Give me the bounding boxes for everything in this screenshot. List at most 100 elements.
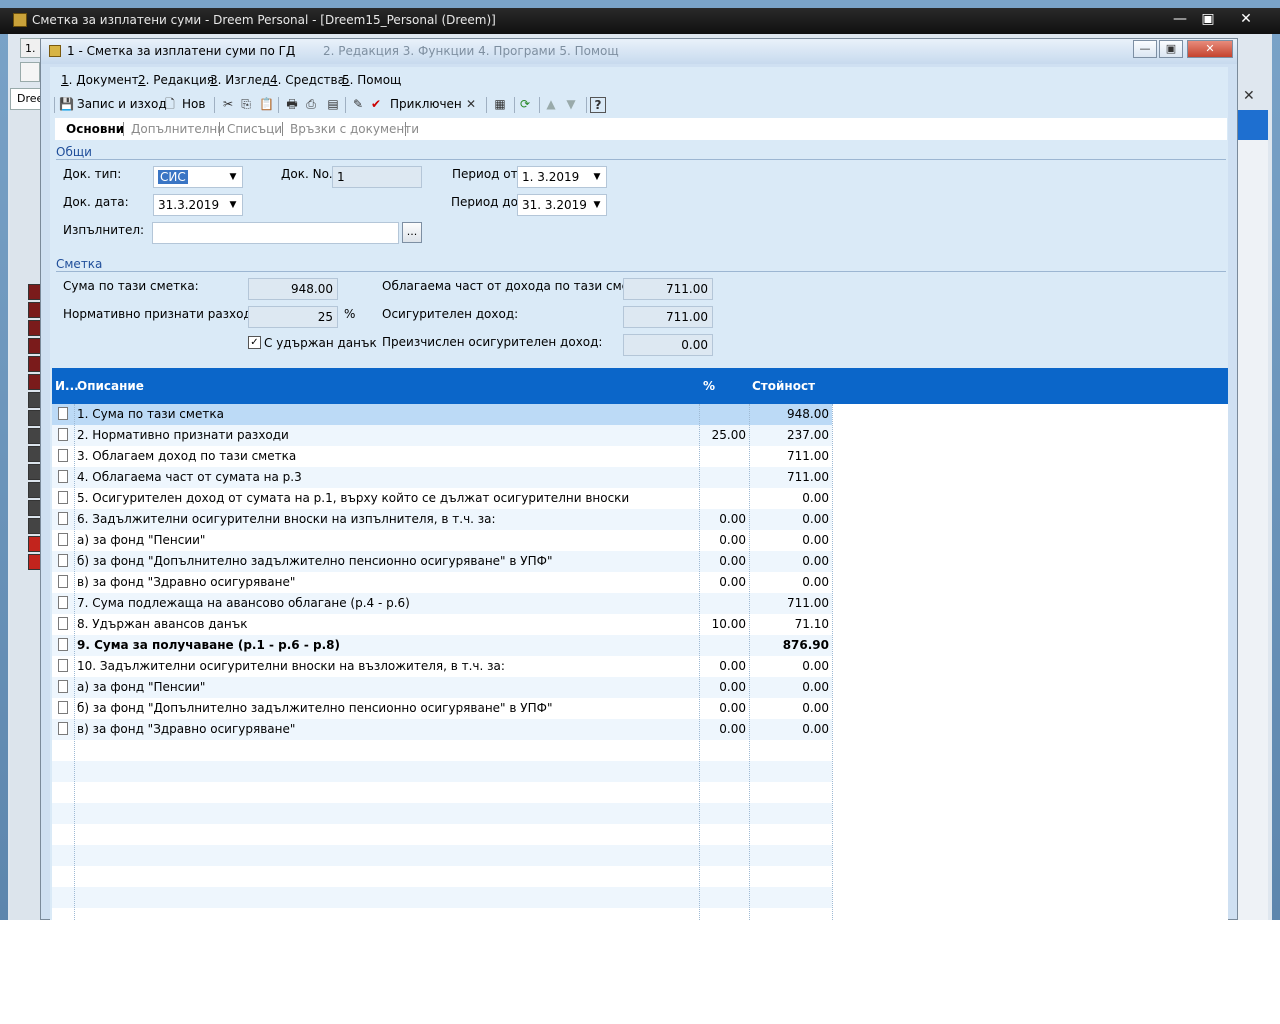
menu-edit[interactable]: 2. Редакция [138,73,214,87]
period-from-value: 1. 3.2019 [522,170,580,184]
tab-additional[interactable]: Допълнителни [131,122,225,136]
recalc-income-field[interactable]: 0.00 [623,334,713,356]
empty-row [52,740,832,761]
table-row[interactable]: 5. Осигурителен доход от сумата на р.1, … [52,488,832,509]
grid-column-divider [832,404,834,920]
column-header-description[interactable]: Описание [77,379,144,393]
new-document-icon: 🗋 [165,97,175,111]
period-to-combo[interactable]: 31. 3.2019 ▼ [517,194,607,216]
app-minimize-button[interactable]: — [1166,10,1194,28]
row-document-icon [58,470,68,483]
percent-unit: % [344,307,356,321]
row-document-icon [58,554,68,567]
print-icon[interactable]: 🖶 [285,97,299,111]
chevron-down-icon[interactable]: ▼ [590,169,604,185]
table-row[interactable]: 6. Задължителни осигурителни вноски на и… [52,509,832,530]
grid-header: И... Описание % Стойност [52,368,1228,404]
table-row[interactable]: 8. Удържан авансов данък 10.00 71.10 [52,614,832,635]
executor-browse-button[interactable]: ... [402,222,422,243]
doc-no-field[interactable]: 1 [332,166,422,188]
row-document-icon [58,491,68,504]
menu-help[interactable]: 5. Помощ [342,73,401,87]
row-value: 0.00 [802,512,829,526]
withheld-tax-checkbox[interactable]: ✓ [248,336,261,349]
column-header-percent[interactable]: % [703,379,715,393]
document-close-button[interactable]: ✕ [1187,40,1233,58]
help-icon[interactable]: ? [590,97,606,113]
doc-type-value: СИС [158,170,188,184]
arrow-up-icon[interactable]: ▲ [544,97,558,111]
table-row[interactable]: в) за фонд "Здравно осигуряване" 0.00 0.00 [52,572,832,593]
table-row[interactable]: 2. Нормативно признати разходи 25.00 237.0… [52,425,832,446]
save-exit-button[interactable]: Запис и изход [77,95,167,113]
norm-expenses-field[interactable]: 25 [248,306,338,328]
toolbar-separator [539,97,540,113]
grid-column-divider [699,404,701,920]
table-row[interactable]: 10. Задължителни осигурителни вноски на … [52,656,832,677]
table-row[interactable]: 7. Сума подлежаща на авансово облагане (… [52,593,832,614]
section-general-divider [56,159,1226,160]
app-close-button[interactable]: ✕ [1232,10,1260,28]
withheld-tax-label: С удържан данък [264,336,377,350]
cut-icon[interactable]: ✂ [221,97,235,111]
table-row[interactable]: б) за фонд "Допълнително задължително пе… [52,551,832,572]
arrow-down-icon[interactable]: ▼ [564,97,578,111]
table-row[interactable]: а) за фонд "Пенсии" 0.00 0.00 [52,530,832,551]
chevron-down-icon[interactable]: ▼ [226,197,240,213]
taxable-part-field[interactable]: 711.00 [623,278,713,300]
new-button[interactable]: Нов [182,95,205,113]
tab-separator [282,122,283,136]
row-value: 711.00 [787,596,829,610]
tab-lists[interactable]: Списъци [227,122,282,136]
export-icon[interactable]: ▤ [326,97,340,111]
table-row[interactable]: 3. Облагаем доход по тази сметка 711.00 [52,446,832,467]
table-row[interactable]: в) за фонд "Здравно осигуряване" 0.00 0.00 [52,719,832,740]
copy-icon[interactable]: ⎘ [239,97,253,111]
doc-type-combo[interactable]: СИС ▼ [153,166,243,188]
doc-date-combo[interactable]: 31.3.2019 ▼ [153,194,243,216]
tab-separator [405,122,406,136]
insured-income-field[interactable]: 711.00 [623,306,713,328]
print-preview-icon[interactable]: ⎙ [304,97,318,111]
row-description: б) за фонд "Допълнително задължително пе… [77,701,553,715]
menu-tools[interactable]: 4. Средства [270,73,345,87]
sum-field[interactable]: 948.00 [248,278,338,300]
app-maximize-button[interactable]: ▣ [1194,10,1222,28]
document-restore-button[interactable]: ▣ [1159,40,1183,58]
table-row[interactable]: а) за фонд "Пенсии" 0.00 0.00 [52,677,832,698]
cancel-icon[interactable]: ✕ [464,97,478,111]
row-percent: 25.00 [711,428,746,442]
row-description: 9. Сума за получаване (р.1 - р.6 - р.8) [77,638,340,652]
finished-button[interactable]: Приключен [390,95,462,113]
app-panel-close-icon[interactable]: ✕ [1243,88,1261,106]
period-from-label: Период от: [452,167,522,181]
refresh-icon[interactable]: ⟳ [518,97,532,111]
toolbar-grip [54,97,55,113]
row-document-icon [58,596,68,609]
document-minimize-button[interactable]: — [1133,40,1157,58]
row-description: 10. Задължителни осигурителни вноски на … [77,659,505,673]
edit-icon[interactable]: ✎ [351,97,365,111]
chevron-down-icon[interactable]: ▼ [590,197,604,213]
table-row[interactable]: б) за фонд "Допълнително задължително пе… [52,698,832,719]
row-percent: 0.00 [719,722,746,736]
menu-view[interactable]: 3. Изглед [210,73,270,87]
table-row[interactable]: 1. Сума по тази сметка 948.00 [52,404,832,425]
tab-document-links[interactable]: Връзки с документи [290,122,419,136]
table-row[interactable]: 4. Облагаема част от сумата на р.3 711.00 [52,467,832,488]
app-tool-fragment[interactable] [20,62,40,82]
menu-document[interactable]: 1. Документ [61,73,139,87]
calculator-icon[interactable]: ▦ [493,97,507,111]
column-header-icon[interactable]: И... [55,379,79,393]
table-row[interactable]: 9. Сума за получаване (р.1 - р.6 - р.8) 8… [52,635,832,656]
row-description: в) за фонд "Здравно осигуряване" [77,722,296,736]
paste-icon[interactable]: 📋 [259,97,274,111]
tab-basic[interactable]: Основни [66,122,124,136]
executor-field[interactable] [152,222,399,244]
column-header-value[interactable]: Стойност [752,379,815,393]
chevron-down-icon[interactable]: ▼ [226,169,240,185]
row-document-icon [58,407,68,420]
row-value: 0.00 [802,680,829,694]
period-from-combo[interactable]: 1. 3.2019 ▼ [517,166,607,188]
row-value: 0.00 [802,659,829,673]
